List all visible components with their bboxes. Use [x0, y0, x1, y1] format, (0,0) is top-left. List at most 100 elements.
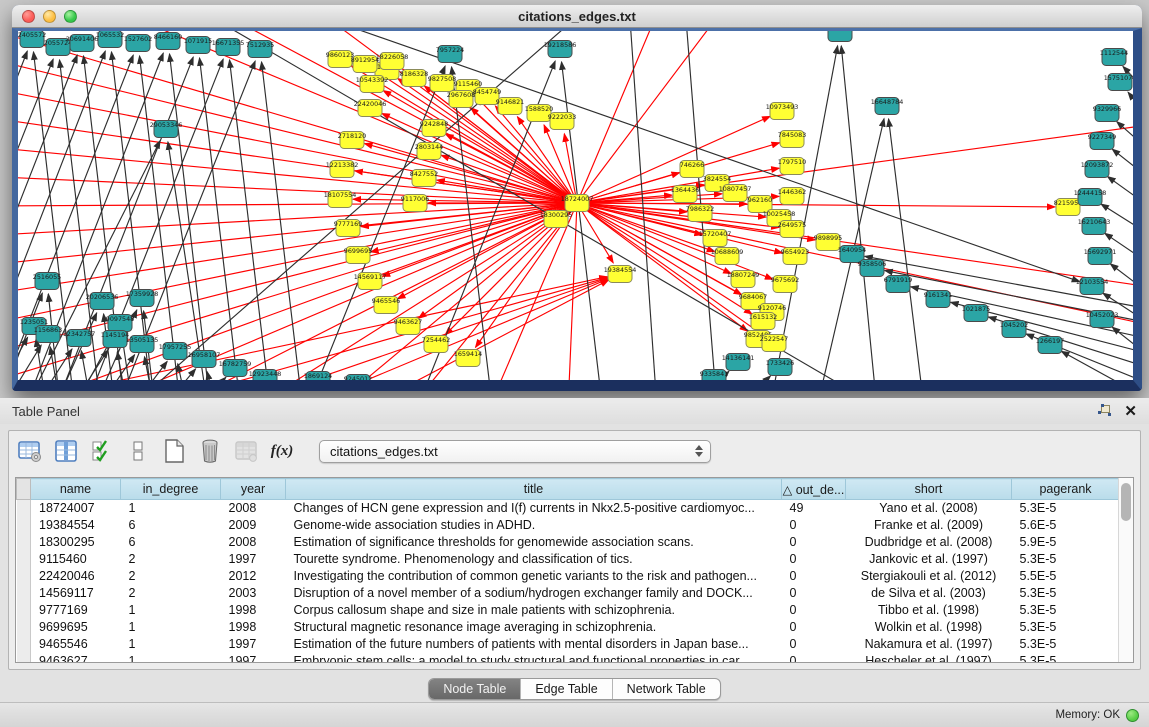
table-cell[interactable]: Tourette syndrome. Phenomenology and cla…: [286, 551, 782, 568]
graph-node-7512935[interactable]: 7512935: [246, 41, 274, 58]
close-window-icon[interactable]: [22, 10, 35, 23]
graph-node-12213382[interactable]: 12213382: [326, 161, 359, 178]
graph-node-19384554[interactable]: 19384554: [604, 266, 637, 283]
graph-node-1527602[interactable]: 1527602: [124, 35, 152, 52]
table-cell[interactable]: 9465546: [31, 636, 121, 653]
table-cell[interactable]: Estimation of significance thresholds fo…: [286, 534, 782, 551]
table-cell[interactable]: 1997: [221, 551, 286, 568]
graph-node-9222033[interactable]: 9222033: [548, 113, 576, 130]
table-cell[interactable]: Embryonic stem cells: a model to study s…: [286, 653, 782, 663]
table-cell[interactable]: 2: [121, 585, 221, 602]
table-row[interactable]: 1938455462009Genome-wide association stu…: [17, 517, 1119, 534]
graph-node-10452023[interactable]: 10452023: [1086, 311, 1119, 328]
graph-node-9463627[interactable]: 9463627: [394, 318, 422, 335]
table-cell[interactable]: 0: [782, 619, 846, 636]
graph-node-9329966[interactable]: 9329966: [1093, 105, 1121, 122]
graph-node-2718120[interactable]: 2718120: [338, 132, 366, 149]
graph-node-2803144[interactable]: 2803144: [415, 143, 443, 160]
table-cell[interactable]: Stergiakouli et al. (2012): [846, 568, 1012, 585]
graph-node-1364436[interactable]: 1364436: [671, 186, 699, 203]
minimize-window-icon[interactable]: [43, 10, 56, 23]
graph-node-14569117[interactable]: 14569117: [354, 273, 387, 290]
table-cell[interactable]: 0: [782, 653, 846, 663]
graph-node-1797510[interactable]: 1797510: [778, 158, 806, 175]
table-cell[interactable]: Yano et al. (2008): [846, 500, 1012, 517]
tab-edge-table[interactable]: Edge Table: [520, 679, 611, 699]
column-header-out-de-[interactable]: △ out_de...: [782, 479, 846, 500]
graph-node-8813054[interactable]: 8813054: [826, 31, 854, 42]
show-columns-icon[interactable]: [53, 438, 79, 464]
graph-node-16648784[interactable]: 16648784: [871, 98, 904, 115]
graph-node-9465546[interactable]: 9465546: [372, 297, 400, 314]
graph-node-9358506[interactable]: 9358506: [858, 260, 886, 277]
table-row[interactable]: 1830029562008Estimation of significance …: [17, 534, 1119, 551]
column-header-title[interactable]: title: [286, 479, 782, 500]
table-cell[interactable]: 5.3E-5: [1012, 636, 1119, 653]
table-cell[interactable]: 49: [782, 500, 846, 517]
graph-node-12342757[interactable]: 12342757: [63, 330, 96, 347]
graph-node-18226058[interactable]: 18226058: [376, 53, 409, 70]
graph-node-15720407[interactable]: 15720407: [699, 230, 732, 247]
graph-node-20691406[interactable]: 20691406: [66, 35, 99, 52]
table-cell[interactable]: 0: [782, 534, 846, 551]
graph-node-9245012[interactable]: 9245012: [344, 375, 372, 381]
window-titlebar[interactable]: citations_edges.txt: [12, 5, 1142, 28]
graph-node-12923448[interactable]: 12923448: [249, 370, 282, 381]
graph-node-9777169[interactable]: 9777169: [334, 220, 362, 237]
graph-node-8466160[interactable]: 8466160: [154, 33, 182, 50]
table-cell[interactable]: 5.6E-5: [1012, 517, 1119, 534]
graph-node-19218586[interactable]: 19218586: [544, 41, 577, 58]
graph-node-16958107[interactable]: 16958107: [188, 351, 221, 368]
table-cell[interactable]: 1: [121, 653, 221, 663]
table-cell[interactable]: 18724007: [31, 500, 121, 517]
table-cell[interactable]: Nakamura et al. (1997): [846, 636, 1012, 653]
table-cell[interactable]: 5.5E-5: [1012, 568, 1119, 585]
graph-node-2967608[interactable]: 2967608: [447, 91, 475, 108]
graph-node-1733426[interactable]: 1733426: [766, 359, 794, 376]
table-cell[interactable]: 2008: [221, 534, 286, 551]
table-row[interactable]: 946554611997Estimation of the future num…: [17, 636, 1119, 653]
graph-node-7986322[interactable]: 7986322: [686, 205, 714, 222]
table-cell[interactable]: 5.3E-5: [1012, 602, 1119, 619]
graph-node-9827508[interactable]: 9827508: [428, 75, 456, 92]
table-cell[interactable]: Dudbridge et al. (2008): [846, 534, 1012, 551]
table-row[interactable]: 911546021997Tourette syndrome. Phenomeno…: [17, 551, 1119, 568]
graph-node-12093872[interactable]: 12093872: [1081, 161, 1114, 178]
toggle-rows-icon[interactable]: [125, 438, 151, 464]
graph-node-12444158[interactable]: 12444158: [1074, 189, 1107, 206]
graph-node-15692971[interactable]: 15692971: [1084, 248, 1117, 265]
graph-node-9335841[interactable]: 9335841: [700, 370, 728, 381]
graph-node-9117006[interactable]: 9117006: [401, 195, 429, 212]
graph-node-16210643[interactable]: 16210643: [1078, 218, 1111, 235]
table-cell[interactable]: 1: [121, 619, 221, 636]
table-cell[interactable]: 2008: [221, 500, 286, 517]
table-mode-icon[interactable]: [17, 438, 43, 464]
column-header-name[interactable]: name: [31, 479, 121, 500]
graph-node-14136141[interactable]: 14136141: [722, 354, 755, 371]
table-cell[interactable]: 5.3E-5: [1012, 653, 1119, 663]
graph-node-17359928[interactable]: 17359928: [126, 290, 159, 307]
graph-node-8427552[interactable]: 8427552: [410, 170, 438, 187]
table-cell[interactable]: 0: [782, 551, 846, 568]
zoom-window-icon[interactable]: [64, 10, 77, 23]
function-builder-icon[interactable]: f(x): [269, 438, 295, 464]
table-cell[interactable]: 5.9E-5: [1012, 534, 1119, 551]
table-cell[interactable]: 5.3E-5: [1012, 585, 1119, 602]
table-cell[interactable]: 5.3E-5: [1012, 500, 1119, 517]
table-cell[interactable]: 9115460: [31, 551, 121, 568]
table-cell[interactable]: Corpus callosum shape and size in male p…: [286, 602, 782, 619]
graph-node-13505135[interactable]: 13505135: [126, 336, 159, 353]
graph-node-9097548[interactable]: 9097548: [106, 315, 134, 332]
table-cell[interactable]: Wolkin et al. (1998): [846, 619, 1012, 636]
table-row[interactable]: 977716911998Corpus callosum shape and si…: [17, 602, 1119, 619]
graph-node-2522547[interactable]: 2522547: [760, 335, 788, 352]
table-cell[interactable]: Investigating the contribution of common…: [286, 568, 782, 585]
column-header-year[interactable]: year: [221, 479, 286, 500]
table-cell[interactable]: 2003: [221, 585, 286, 602]
table-cell[interactable]: Hescheler et al. (1997): [846, 653, 1012, 663]
graph-node-29053346[interactable]: 29053346: [150, 121, 183, 138]
graph-node-15751074[interactable]: 15751074: [1104, 74, 1133, 91]
table-cell[interactable]: 6: [121, 517, 221, 534]
table-cell[interactable]: 14569117: [31, 585, 121, 602]
table-cell[interactable]: 1998: [221, 602, 286, 619]
